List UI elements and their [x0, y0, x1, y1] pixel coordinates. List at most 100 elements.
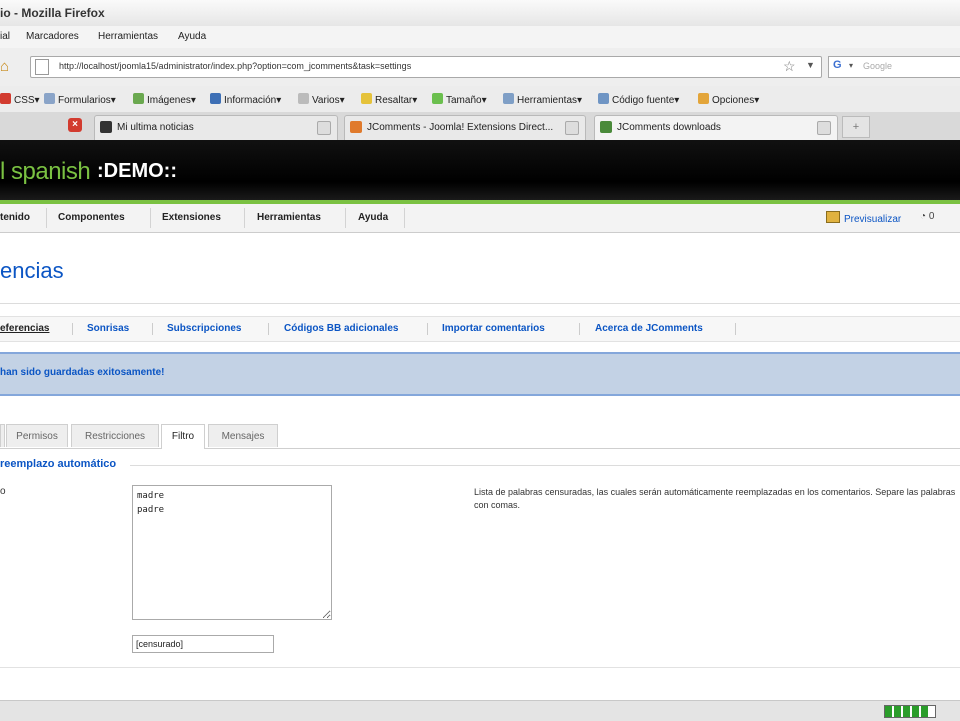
tab-close-icon[interactable]	[317, 121, 331, 135]
admin-menu-help[interactable]: Ayuda	[358, 212, 388, 223]
toolbar-outline[interactable]: Resaltar▾	[361, 93, 417, 106]
tools-wrench-icon	[503, 93, 514, 104]
settings-tabs: Permisos Restricciones Filtro Mensajes	[0, 424, 960, 449]
toolbar-forms[interactable]: Formularios▾	[44, 93, 116, 106]
home-icon[interactable]: ⌂	[0, 58, 18, 76]
menu-file[interactable]: ial	[0, 31, 10, 42]
css-icon	[0, 93, 11, 104]
tab-close-icon[interactable]	[565, 121, 579, 135]
menu-divider	[345, 208, 346, 228]
system-message: han sido guardadas exitosamente!	[0, 352, 960, 396]
menu-divider	[46, 208, 47, 228]
menu-help[interactable]: Ayuda	[178, 31, 206, 42]
page-load-progress	[884, 705, 936, 718]
system-message-text: han sido guardadas exitosamente!	[0, 367, 165, 378]
window-titlebar: io - Mozilla Firefox	[0, 0, 960, 27]
submenu-import[interactable]: Importar comentarios	[442, 323, 545, 334]
fieldset-bottom-divider	[0, 667, 960, 668]
submenu-custom-bbcodes[interactable]: Códigos BB adicionales	[284, 323, 398, 334]
toolbar-images[interactable]: Imágenes▾	[133, 93, 196, 106]
censored-words-description: Lista de palabras censuradas, las cuales…	[474, 487, 956, 510]
search-engine-dropdown-icon[interactable]: ▾	[849, 61, 853, 70]
submenu-divider	[579, 323, 580, 335]
browser-tabstrip: Mi ultima noticias JComments - Joomla! E…	[0, 112, 960, 141]
misc-icon	[298, 93, 309, 104]
toolbar-info[interactable]: Información▾	[210, 93, 281, 106]
page-title: encias	[0, 258, 64, 283]
chevron-down-icon[interactable]: ▼	[806, 60, 815, 70]
resize-arrows-icon	[432, 93, 443, 104]
options-icon	[698, 93, 709, 104]
fieldset-legend: reemplazo automático	[0, 458, 121, 470]
title-divider	[0, 303, 960, 304]
menu-tools[interactable]: Herramientas	[98, 31, 158, 42]
google-icon[interactable]: G	[833, 59, 847, 73]
highlight-pen-icon	[361, 93, 372, 104]
toolbar-css[interactable]: CSS▾	[0, 93, 40, 106]
address-bar[interactable]: http://localhost/joomla15/administrator/…	[30, 56, 822, 78]
view-source-icon	[598, 93, 609, 104]
tab-favicon-icon	[600, 121, 612, 133]
tab-messages[interactable]: Mensajes	[208, 424, 278, 447]
site-demo-label: :DEMO::	[97, 160, 177, 182]
toolbar-tools[interactable]: Herramientas▾	[503, 93, 582, 106]
submenu-smilies[interactable]: Sonrisas	[87, 323, 129, 334]
admin-menu-content[interactable]: tenido	[0, 212, 30, 223]
censored-words-textarea[interactable]: madre padre	[132, 485, 332, 620]
window-title: io - Mozilla Firefox	[0, 6, 105, 20]
menu-divider	[404, 208, 405, 228]
browser-tab-active[interactable]: JComments downloads	[594, 115, 838, 140]
submenu-divider	[152, 323, 153, 335]
info-icon	[210, 93, 221, 104]
browser-tab[interactable]: JComments - Joomla! Extensions Direct...	[344, 115, 586, 140]
bookmark-star-icon[interactable]: ☆	[783, 58, 796, 75]
tab-restrictions[interactable]: Restricciones	[71, 424, 159, 447]
search-box[interactable]: G ▾ Google	[828, 56, 960, 78]
submenu-divider	[427, 323, 428, 335]
browser-statusbar	[0, 700, 960, 721]
address-url: http://localhost/joomla15/administrator/…	[59, 61, 412, 71]
tab-close-icon[interactable]	[817, 121, 831, 135]
submenu-settings[interactable]: eferencias	[0, 323, 49, 334]
menu-divider	[150, 208, 151, 228]
tab-favicon-icon	[100, 121, 112, 133]
toolbar-options[interactable]: Opciones▾	[698, 93, 759, 106]
browser-tab[interactable]: Mi ultima noticias	[94, 115, 338, 140]
admin-menu: tenido Componentes Extensiones Herramien…	[0, 204, 960, 233]
tab-label: JComments downloads	[617, 122, 721, 133]
browser-navbar: ⌂ http://localhost/joomla15/administrato…	[0, 48, 960, 87]
submenu-divider	[268, 323, 269, 335]
fieldset-border	[130, 465, 960, 466]
tab-general[interactable]	[0, 424, 5, 447]
submenu-divider	[735, 323, 736, 335]
admin-menu-components[interactable]: Componentes	[58, 212, 125, 223]
submenu-subscriptions[interactable]: Subscripciones	[167, 323, 241, 334]
forms-icon	[44, 93, 55, 104]
close-tab-icon[interactable]: ×	[68, 118, 82, 132]
preview-link[interactable]: Previsualizar	[826, 211, 901, 225]
tab-label: JComments - Joomla! Extensions Direct...	[367, 122, 554, 133]
submenu-about[interactable]: Acerca de JComments	[595, 323, 703, 334]
site-header: l spanish :DEMO::	[0, 140, 960, 200]
tab-permissions[interactable]: Permisos	[6, 424, 68, 447]
submenu-divider	[72, 323, 73, 335]
replacement-text-input[interactable]	[132, 635, 274, 653]
site-brand: l spanish	[0, 158, 91, 185]
censored-words-label: o	[0, 486, 6, 497]
messages-count[interactable]: ◔ 0	[920, 211, 934, 222]
toolbar-view-source[interactable]: Código fuente▾	[598, 93, 679, 106]
developer-toolbar: CSS▾ Formularios▾ Imágenes▾ Información▾…	[0, 86, 960, 113]
component-submenu: eferencias Sonrisas Subscripciones Códig…	[0, 316, 960, 342]
admin-menu-extensions[interactable]: Extensiones	[162, 212, 221, 223]
menu-bookmarks[interactable]: Marcadores	[26, 31, 79, 42]
images-icon	[133, 93, 144, 104]
preview-icon	[826, 211, 840, 223]
tab-favicon-icon	[350, 121, 362, 133]
new-tab-button[interactable]: +	[842, 116, 870, 138]
toolbar-resize[interactable]: Tamaño▾	[432, 93, 487, 106]
admin-menu-tools[interactable]: Herramientas	[257, 212, 321, 223]
tab-filter[interactable]: Filtro	[161, 424, 205, 449]
tab-label: Mi ultima noticias	[117, 122, 194, 133]
toolbar-misc[interactable]: Varios▾	[298, 93, 345, 106]
menu-divider	[244, 208, 245, 228]
